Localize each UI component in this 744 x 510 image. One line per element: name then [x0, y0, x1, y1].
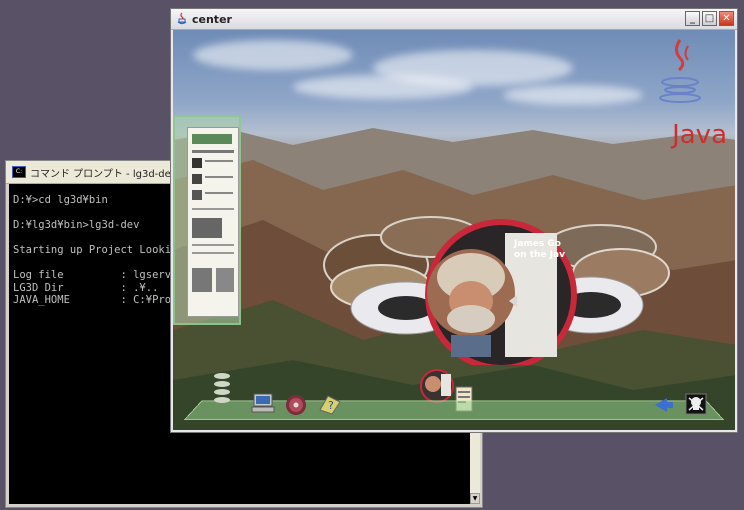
minimized-media-thumb[interactable] [419, 368, 459, 404]
maximize-button[interactable]: □ [702, 11, 717, 26]
document-preview [187, 127, 239, 317]
java-icon [177, 12, 187, 25]
minimize-icon: _ [690, 13, 695, 24]
java-logo-icon [659, 39, 701, 103]
cd-icon[interactable] [285, 394, 307, 416]
lg-title-bar[interactable]: center _ □ ✕ [171, 9, 737, 30]
side-document-panel[interactable] [173, 115, 241, 325]
dock-stack-icon[interactable] [213, 370, 231, 410]
java-logo-text: Java [672, 120, 727, 150]
media-card-title-2: on the Jav [514, 250, 565, 260]
lg3d-center-window[interactable]: center _ □ ✕ Java James Go on the Jav ? [170, 8, 738, 433]
cloud [293, 75, 473, 99]
computer-icon[interactable] [251, 392, 275, 414]
cmd-icon: C: [12, 166, 26, 178]
cmd-title: コマンド プロンプト - lg3d-dev [30, 168, 177, 180]
skull-icon[interactable] [685, 393, 707, 415]
svg-text:?: ? [328, 399, 334, 412]
maximize-icon: □ [704, 13, 715, 24]
help-icon[interactable]: ? [318, 392, 342, 416]
scroll-down-button[interactable]: ▼ [470, 493, 480, 504]
media-carousel[interactable] [321, 205, 671, 365]
3d-scene-canvas[interactable]: Java James Go on the Jav ? [173, 30, 735, 430]
lg-title: center [192, 12, 232, 26]
minimize-button[interactable]: _ [685, 11, 700, 26]
dock-arrow-icon[interactable] [653, 396, 675, 414]
close-button[interactable]: ✕ [719, 11, 734, 26]
media-card-title-1: James Go [514, 239, 561, 249]
close-icon: ✕ [722, 13, 731, 24]
cloud [193, 40, 353, 70]
